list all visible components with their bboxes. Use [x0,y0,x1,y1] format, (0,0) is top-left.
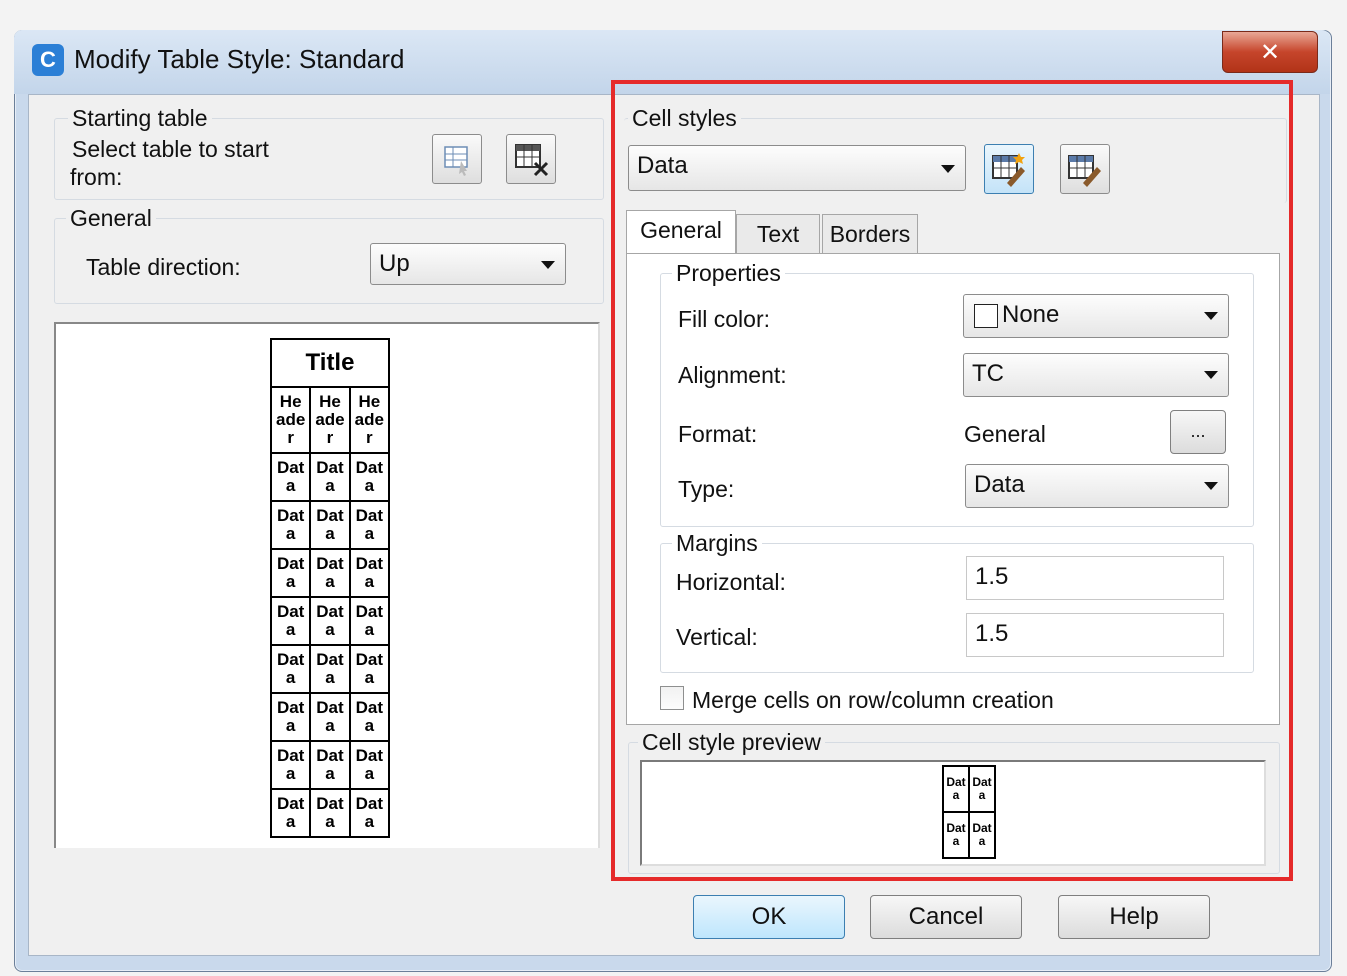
horizontal-margin-value: 1.5 [975,563,1009,590]
preview-header-cell: He ade r [309,386,351,454]
preview-data-cell: Dat a [309,452,351,502]
preview-data-cell: Dat a [269,596,312,646]
preview-data-cell: Dat a [269,740,312,790]
format-browse-button[interactable]: ... [1170,410,1226,454]
preview-data-cell: Dat a [348,452,391,502]
type-select[interactable]: Data [965,464,1229,508]
preview-data-row: Dat a Dat a Dat a [269,644,391,694]
table-select-icon [444,146,468,176]
starting-table-label-line1: Select table to start [72,136,269,162]
table-style-preview: Title He ade r He ade r He ade r Dat a Dat a Dat a D… [54,322,600,848]
table-direction-select[interactable]: Up [370,243,566,285]
type-value: Data [974,471,1025,498]
cell-style-preview-legend: Cell style preview [638,729,825,756]
preview-data-cell: Dat a [269,788,312,838]
table-remove-icon [515,144,549,177]
fill-color-value: None [1002,301,1060,328]
table-direction-label: Table direction: [86,254,241,280]
tab-borders[interactable]: Borders [822,214,918,254]
vertical-margin-label: Vertical: [676,624,758,650]
preview-data-cell: Dat a [348,788,391,838]
window-title: Modify Table Style: Standard [74,44,405,74]
help-button[interactable]: Help [1058,895,1210,939]
ok-button[interactable]: OK [693,895,845,939]
preview-data-row: Dat a Dat a Dat a [269,500,391,550]
remove-starting-table-button[interactable] [506,134,556,184]
preview-data-cell: Dat a [309,692,351,742]
alignment-value: TC [972,360,1004,387]
chevron-down-icon [541,261,555,269]
format-value: General [964,421,1046,447]
cell-style-preview-box: Dat a Dat a Dat a Dat a [640,760,1266,866]
tab-text[interactable]: Text [736,214,820,254]
format-label: Format: [678,421,758,447]
preview-data-row: Dat a Dat a Dat a [269,596,391,646]
fill-color-label: Fill color: [678,306,771,332]
preview-data-cell: Dat a [309,500,351,550]
table-direction-value: Up [379,250,410,277]
preview-data-row: Dat a Dat a Dat a [269,548,391,598]
preview-data-cell: Dat a [269,452,312,502]
chevron-down-icon [1204,312,1218,320]
app-icon: C [32,44,64,76]
preview-data-row: Dat a Dat a Dat a [269,692,391,742]
tab-general[interactable]: General [626,210,736,254]
general-legend: General [66,205,156,232]
preview-data-cell: Dat a [968,811,996,859]
select-starting-table-button[interactable] [432,134,482,184]
preview-data-cell: Dat a [269,692,312,742]
preview-header-cell: He ade r [348,386,391,454]
preview-data-cell: Dat a [348,740,391,790]
preview-data-cell: Dat a [942,811,970,859]
chevron-down-icon [1204,482,1218,490]
preview-data-cell: Dat a [348,596,391,646]
cell-style-select[interactable]: Data [628,145,966,191]
chevron-down-icon [941,165,955,173]
cell-style-value: Data [637,152,688,179]
vertical-margin-value: 1.5 [975,620,1009,647]
properties-legend: Properties [672,260,785,287]
new-cell-style-button[interactable] [984,144,1034,194]
margins-legend: Margins [672,530,762,557]
cell-styles-legend: Cell styles [628,105,741,132]
preview-data-cell: Dat a [348,500,391,550]
color-swatch [974,304,998,328]
preview-data-cell: Dat a [269,548,312,598]
preview-data-cell: Dat a [269,644,312,694]
preview-title-cell: Title [270,338,390,388]
preview-data-cell: Dat a [348,548,391,598]
starting-table-legend: Starting table [68,105,212,132]
new-cell-style-icon [992,153,1025,187]
fill-color-select[interactable]: None [963,294,1229,338]
preview-header-cell: He ade r [269,386,312,454]
preview-data-row: Dat a Dat a Dat a [269,740,391,790]
chevron-down-icon [1204,371,1218,379]
close-button[interactable]: ✕ [1222,31,1318,73]
preview-data-cell: Dat a [269,500,312,550]
preview-data-row: Dat a Dat a Dat a [269,452,391,502]
type-label: Type: [678,476,735,502]
starting-table-label-line2: from: [70,164,123,190]
preview-data-cell: Dat a [309,548,351,598]
preview-data-cell: Dat a [309,596,351,646]
manage-cell-styles-button[interactable] [1060,144,1110,194]
preview-data-cell: Dat a [309,644,351,694]
preview-data-cell: Dat a [348,644,391,694]
horizontal-margin-label: Horizontal: [676,569,786,595]
merge-cells-label[interactable]: Merge cells on row/column creation [692,687,1054,714]
manage-cell-styles-icon [1068,155,1101,187]
preview-data-cell: Dat a [942,765,970,813]
horizontal-margin-input[interactable]: 1.5 [966,556,1224,600]
preview-data-cell: Dat a [309,788,351,838]
merge-cells-checkbox[interactable] [660,686,684,710]
preview-data-cell: Dat a [348,692,391,742]
alignment-select[interactable]: TC [963,353,1229,397]
preview-data-cell: Dat a [309,740,351,790]
vertical-margin-input[interactable]: 1.5 [966,613,1224,657]
preview-data-row: Dat a Dat a Dat a [269,788,391,838]
cancel-button[interactable]: Cancel [870,895,1022,939]
preview-data-cell: Dat a [968,765,996,813]
alignment-label: Alignment: [678,362,787,388]
